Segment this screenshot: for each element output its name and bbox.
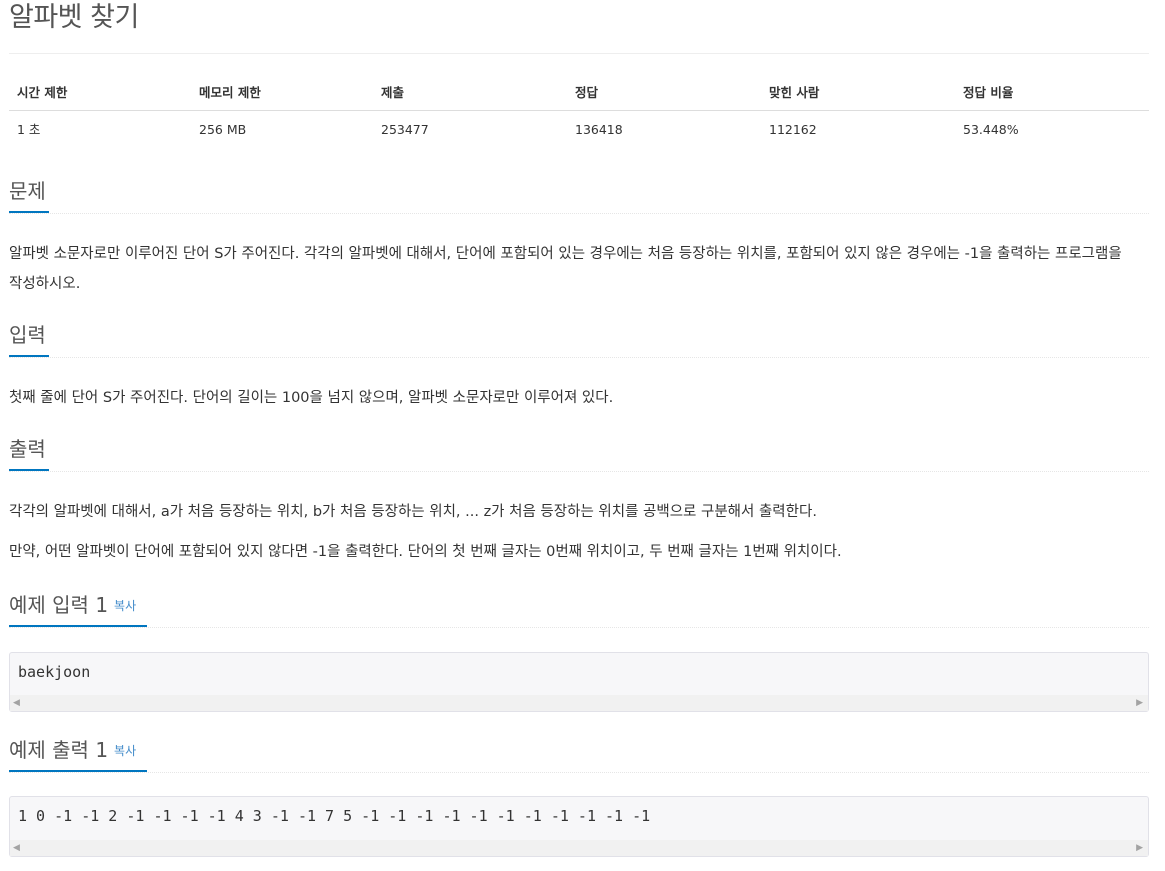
section-heading-sample-input: 예제 입력 1 복사 bbox=[9, 591, 136, 620]
section-divider bbox=[9, 772, 1149, 773]
scroll-right-arrow-icon[interactable]: ▶ bbox=[1136, 697, 1143, 709]
info-table-value-row: 1 초 256 MB 253477 136418 112162 53.448% bbox=[9, 111, 1149, 145]
sample-output-scrollbar[interactable]: ◀ ▶ bbox=[10, 840, 1148, 856]
sample-input-box: baekjoon ◀ ▶ bbox=[9, 652, 1149, 712]
scroll-right-arrow-icon[interactable]: ▶ bbox=[1136, 842, 1143, 854]
sample-input-heading-text: 예제 입력 1 bbox=[9, 593, 109, 617]
header-submissions: 제출 bbox=[381, 85, 405, 100]
copy-sample-output-link[interactable]: 복사 bbox=[114, 744, 136, 758]
info-table-header-row: 시간 제한 메모리 제한 제출 정답 맞힌 사람 정답 비율 bbox=[9, 76, 1149, 111]
problem-description: 알파벳 소문자로만 이루어진 단어 S가 주어진다. 각각의 알파벳에 대해서,… bbox=[9, 246, 1122, 292]
header-accept-ratio: 정답 비율 bbox=[963, 85, 1014, 100]
scroll-left-arrow-icon[interactable]: ◀ bbox=[13, 697, 20, 709]
header-time-limit: 시간 제한 bbox=[17, 85, 68, 100]
sample-output-content: 1 0 -1 -1 2 -1 -1 -1 -1 4 3 -1 -1 7 5 -1… bbox=[18, 807, 651, 825]
scroll-left-arrow-icon[interactable]: ◀ bbox=[13, 842, 20, 854]
sample-input-content: baekjoon bbox=[18, 663, 91, 681]
header-solved-users: 맞힌 사람 bbox=[769, 85, 820, 100]
sample-output-heading-text: 예제 출력 1 bbox=[9, 738, 109, 762]
section-divider bbox=[9, 213, 1149, 214]
value-time-limit: 1 초 bbox=[17, 122, 41, 137]
problem-title: 알파벳 찾기 bbox=[9, 2, 139, 33]
section-divider bbox=[9, 357, 1149, 358]
value-accepted: 136418 bbox=[575, 122, 623, 137]
output-description-2: 만약, 어떤 알파벳이 단어에 포함되어 있지 않다면 -1을 출력한다. 단어… bbox=[9, 544, 842, 560]
sample-output-box: 1 0 -1 -1 2 -1 -1 -1 -1 4 3 -1 -1 7 5 -1… bbox=[9, 796, 1149, 857]
header-accepted: 정답 bbox=[575, 85, 599, 100]
sample-input-scrollbar[interactable]: ◀ ▶ bbox=[10, 695, 1148, 711]
title-divider bbox=[9, 53, 1149, 54]
value-accept-ratio: 53.448% bbox=[963, 122, 1019, 137]
value-solved-users: 112162 bbox=[769, 122, 817, 137]
section-divider bbox=[9, 471, 1149, 472]
output-description-1: 각각의 알파벳에 대해서, a가 처음 등장하는 위치, b가 처음 등장하는 … bbox=[9, 504, 817, 520]
copy-sample-input-link[interactable]: 복사 bbox=[114, 599, 136, 613]
header-memory-limit: 메모리 제한 bbox=[199, 85, 261, 100]
problem-info-table: 시간 제한 메모리 제한 제출 정답 맞힌 사람 정답 비율 1 초 256 M… bbox=[9, 76, 1149, 145]
input-description: 첫째 줄에 단어 S가 주어진다. 단어의 길이는 100을 넘지 않으며, 알… bbox=[9, 390, 614, 406]
section-heading-problem: 문제 bbox=[9, 179, 46, 203]
section-heading-output: 출력 bbox=[9, 437, 46, 461]
value-submissions: 253477 bbox=[381, 122, 429, 137]
value-memory-limit: 256 MB bbox=[199, 122, 247, 137]
section-divider bbox=[9, 627, 1149, 628]
section-heading-sample-output: 예제 출력 1 복사 bbox=[9, 736, 136, 765]
section-heading-input: 입력 bbox=[9, 323, 46, 347]
